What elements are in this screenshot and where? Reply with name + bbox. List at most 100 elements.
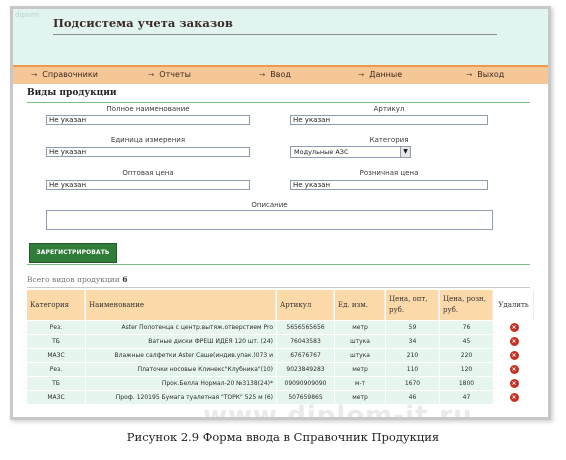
cell-retail-price: 45: [440, 335, 493, 348]
delete-icon[interactable]: ×: [509, 351, 519, 360]
column-header-retail-price: Цена, розн, руб.: [440, 290, 493, 320]
table-top-divider: [27, 287, 530, 288]
category-select-value: Модульные АЗС: [294, 148, 349, 156]
menu-item-reports[interactable]: → Отчеты: [148, 70, 191, 79]
cell-unit: штука: [335, 349, 385, 362]
article-label: Артикул: [373, 105, 405, 113]
app-window: diplom Подсистема учета заказов → Справоч…: [10, 6, 551, 420]
cell-delete: ×: [494, 321, 534, 334]
cell-delete: ×: [494, 377, 534, 390]
cell-wholesale-price: 210: [386, 349, 439, 362]
main-menu: → Справочники → Отчеты → Ввод → Данные → Выхо…: [13, 65, 548, 84]
watermark: www.diplom-it.ru: [203, 401, 473, 420]
section-title: Виды продукции: [27, 88, 117, 98]
delete-icon[interactable]: ×: [509, 337, 519, 346]
table-row: МАЗС Влажные салфетки Aster Саше(индив.у…: [27, 349, 534, 363]
menu-item-exit[interactable]: → Выход: [466, 70, 504, 79]
table-row: ТБ Прок.Белла Нормал-20 №3138(24)* 09090…: [27, 377, 534, 391]
cell-name: Платочки носовые Клинекс"Клубника"(10): [86, 363, 276, 376]
delete-icon[interactable]: ×: [509, 323, 519, 332]
cell-name: Aster Полотенца с центр.вытяж.отверстием…: [86, 321, 276, 334]
cell-delete: ×: [494, 335, 534, 348]
cell-unit: м-т: [335, 377, 385, 390]
cell-article: 09090909090: [277, 377, 334, 390]
description-textarea[interactable]: [46, 210, 493, 230]
delete-icon[interactable]: ×: [509, 379, 519, 388]
form-divider: [27, 264, 530, 265]
product-count-label: Всего видов продукции: [27, 275, 120, 284]
arrow-right-icon: →: [31, 70, 38, 79]
cell-article: 5656565656: [277, 321, 334, 334]
menu-item-label: Справочники: [42, 70, 98, 79]
app-title: Подсистема учета заказов: [53, 16, 233, 30]
category-select[interactable]: Модульные АЗС ▼: [290, 146, 411, 158]
chevron-down-icon[interactable]: ▼: [400, 147, 410, 157]
table-row: Рез. Платочки носовые Клинекс"Клубника"(…: [27, 363, 534, 377]
cell-category: ТБ: [27, 377, 85, 390]
cell-article: 67676767: [277, 349, 334, 362]
cell-article: 76043583: [277, 335, 334, 348]
arrow-right-icon: →: [148, 70, 155, 79]
column-header-article: Артикул: [277, 290, 334, 320]
app-header: diplom Подсистема учета заказов: [13, 9, 548, 65]
cell-delete: ×: [494, 391, 534, 404]
wholesale-price-label: Оптовая цена: [122, 169, 174, 177]
unit-input[interactable]: Не указан: [46, 147, 250, 157]
corner-mark: diplom: [15, 11, 39, 19]
menu-item-label: Выход: [477, 70, 505, 79]
category-label: Категория: [369, 136, 409, 144]
cell-article: 9023849283: [277, 363, 334, 376]
cell-wholesale-price: 34: [386, 335, 439, 348]
delete-icon[interactable]: ×: [509, 393, 519, 402]
cell-retail-price: 76: [440, 321, 493, 334]
cell-unit: штука: [335, 335, 385, 348]
table-row: Рез. Aster Полотенца с центр.вытяж.отвер…: [27, 321, 534, 335]
arrow-right-icon: →: [259, 70, 266, 79]
cell-category: Рез.: [27, 363, 85, 376]
wholesale-price-input[interactable]: Не указан: [46, 180, 250, 190]
cell-category: ТБ: [27, 335, 85, 348]
cell-category: МАЗС: [27, 391, 85, 404]
figure-caption: Рисунок 2.9 Форма ввода в Справочник Про…: [126, 430, 440, 444]
cell-name: Влажные салфетки Aster Саше(индив.упак.)…: [86, 349, 276, 362]
menu-item-directories[interactable]: → Справочники: [31, 70, 98, 79]
table-header: Категория Наименование Артикул Ед. изм. …: [27, 290, 534, 320]
cell-category: МАЗС: [27, 349, 85, 362]
full-name-input[interactable]: Не указан: [46, 115, 250, 125]
register-button[interactable]: ЗАРЕГИСТРИРОВАТЬ: [29, 243, 117, 263]
column-header-unit: Ед. изм.: [335, 290, 385, 320]
retail-price-label: Розничная цена: [359, 169, 419, 177]
arrow-right-icon: →: [358, 70, 365, 79]
cell-category: Рез.: [27, 321, 85, 334]
delete-icon[interactable]: ×: [509, 365, 519, 374]
column-header-delete: Удалить: [494, 290, 534, 320]
cell-unit: метр: [335, 321, 385, 334]
column-header-name: Наименование: [86, 290, 276, 320]
description-label: Описание: [251, 201, 288, 209]
cell-retail-price: 220: [440, 349, 493, 362]
cell-wholesale-price: 59: [386, 321, 439, 334]
menu-item-data[interactable]: → Данные: [358, 70, 402, 79]
column-header-category: Категория: [27, 290, 85, 320]
cell-retail-price: 1800: [440, 377, 493, 390]
menu-item-input[interactable]: → Ввод: [259, 70, 291, 79]
retail-price-input[interactable]: Не указан: [290, 180, 488, 190]
cell-name: Ватные диски ФРЕШ ИДЕЯ 120 шт. (24): [86, 335, 276, 348]
column-header-wholesale-price: Цена, опт, руб.: [386, 290, 439, 320]
cell-wholesale-price: 1670: [386, 377, 439, 390]
cell-name: Прок.Белла Нормал-20 №3138(24)*: [86, 377, 276, 390]
cell-delete: ×: [494, 363, 534, 376]
menu-item-label: Отчеты: [159, 70, 191, 79]
article-input[interactable]: Не указан: [290, 115, 488, 125]
cell-delete: ×: [494, 349, 534, 362]
menu-item-label: Данные: [369, 70, 403, 79]
full-name-label: Полное наименование: [106, 105, 190, 113]
cell-wholesale-price: 110: [386, 363, 439, 376]
section-divider: [27, 102, 530, 103]
arrow-right-icon: →: [466, 70, 473, 79]
product-count: Всего видов продукции 6: [27, 275, 127, 284]
unit-label: Единица измерения: [110, 136, 186, 144]
table-row: ТБ Ватные диски ФРЕШ ИДЕЯ 120 шт. (24) 7…: [27, 335, 534, 349]
menu-item-label: Ввод: [270, 70, 291, 79]
cell-unit: метр: [335, 363, 385, 376]
